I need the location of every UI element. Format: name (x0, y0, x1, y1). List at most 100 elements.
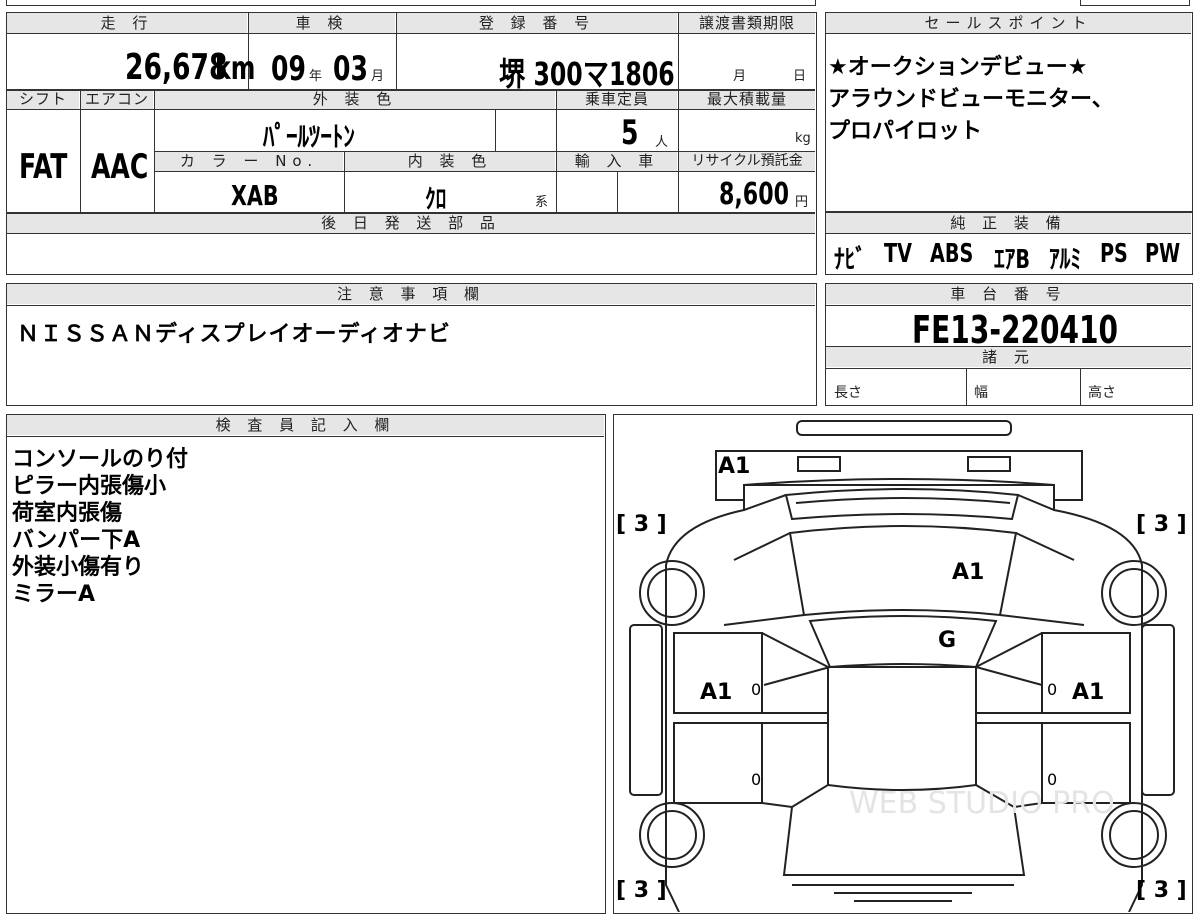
rule (1080, 368, 1081, 405)
equipment-item: PW (1145, 239, 1181, 269)
rule (7, 89, 815, 91)
notes-text: ＮＩＳＳＡＮディスプレイオーディオナビ (17, 322, 451, 347)
header-recycle: リサイクル預託金 (679, 151, 815, 171)
rule (7, 109, 815, 110)
front-bumper-outline (792, 884, 1014, 902)
header-inspector: 検 査 員 記 入 欄 (7, 415, 604, 435)
rule (826, 305, 1191, 306)
color-no-value: XAB (231, 179, 279, 212)
rule (826, 233, 1191, 234)
genuine-equipment-panel: 純 正 装 備 ﾅﾋﾞ TV ABS ｴｱB ｱﾙﾐ PS PW (825, 212, 1193, 275)
deadline-month-unit: 月 (733, 69, 747, 84)
mark-rear-bumper: A1 (718, 454, 750, 479)
mark-tire-front-left: [ 3 ] (616, 878, 667, 903)
header-sales-points: セールスポイント (826, 13, 1191, 33)
mark-door-zero: 0 (751, 770, 761, 789)
shaken-year: 09 (271, 49, 306, 89)
mark-door-zero: 0 (751, 680, 761, 699)
spec-length-label: 長さ (834, 385, 862, 401)
header-shift: シフト (7, 89, 79, 109)
rule (556, 89, 557, 212)
rule (7, 436, 604, 437)
header-max-load: 最大積載量 (679, 89, 815, 109)
rule (826, 368, 1191, 369)
windshield-outline (808, 615, 998, 669)
body-outline (665, 478, 1143, 912)
rule (495, 109, 496, 151)
inspector-line: ミラーA (12, 582, 96, 607)
header-aircon: エアコン (81, 89, 153, 109)
watermark: WEB STUDIO PRO (849, 786, 1115, 821)
rule (678, 13, 679, 212)
sales-point-line: ★オークションデビュー★ (828, 55, 1088, 80)
top-stub-right (1080, 0, 1190, 6)
vehicle-info-table: 走 行 車 検 登 録 番 号 譲渡書類期限 シフト エアコン 外 装 色 乗車… (6, 12, 817, 275)
header-genuine-equipment: 純 正 装 備 (826, 213, 1191, 233)
header-interior-color: 内 装 色 (345, 151, 555, 171)
equipment-list: ﾅﾋﾞ TV ABS ｴｱB ｱﾙﾐ PS PW (834, 239, 1188, 276)
top-stub-row (6, 0, 816, 6)
right-sill (976, 712, 1130, 724)
chassis-panel: 車 台 番 号 FE13-220410 諸 元 長さ 幅 高さ (825, 283, 1193, 406)
mark-windshield: G (938, 628, 956, 653)
rule (154, 89, 155, 212)
recycle-fee-unit: 円 (795, 195, 809, 210)
left-sill (674, 712, 828, 724)
mark-right-door: A1 (1072, 680, 1104, 705)
capacity-unit: 人 (655, 135, 669, 150)
tire-rear-right (1101, 560, 1167, 626)
mark-left-door: A1 (700, 680, 732, 705)
mark-tire-front-right: [ 3 ] (1136, 878, 1187, 903)
header-chassis-no: 車 台 番 号 (826, 284, 1191, 304)
a-pillar-right (975, 494, 1085, 686)
rule (7, 212, 815, 214)
left-door-rear (673, 722, 763, 804)
equipment-item: ｴｱB (994, 245, 1030, 275)
rear-light-left (797, 456, 841, 472)
right-side-strip (1141, 624, 1175, 796)
right-mirror (975, 632, 1043, 808)
header-registration: 登 録 番 号 (397, 13, 677, 33)
rear-window-inner (795, 497, 1011, 504)
equipment-item: TV (884, 239, 913, 269)
rule (155, 151, 815, 152)
rule (344, 151, 345, 212)
header-doc-deadline: 譲渡書類期限 (679, 13, 815, 33)
spec-width-label: 幅 (974, 385, 988, 401)
rear-window-outline (784, 488, 1020, 521)
rule (155, 171, 815, 172)
mileage-unit: km (215, 49, 256, 87)
sales-point-line: アラウンドビューモニター、 (828, 87, 1114, 112)
aircon-value: AAC (91, 147, 149, 187)
max-load-unit: kg (795, 131, 811, 146)
rule (826, 33, 1191, 34)
shaken-month: 03 (333, 49, 368, 89)
header-notes: 注 意 事 項 欄 (7, 284, 815, 304)
header-import: 輸 入 車 (557, 151, 677, 171)
shaken-month-unit: 月 (371, 69, 385, 84)
left-side-strip (629, 624, 663, 796)
equipment-item: PS (1099, 239, 1128, 269)
header-shaken: 車 検 (249, 13, 395, 33)
exterior-color-value: ﾊﾟｰﾙﾂｰﾄﾝ (263, 120, 355, 153)
shift-value: FAT (19, 147, 68, 187)
spec-height-label: 高さ (1088, 385, 1116, 401)
rear-bumper-outline (715, 450, 1083, 501)
header-later-parts: 後 日 発 送 部 品 (7, 213, 815, 233)
tire-rear-left (639, 560, 705, 626)
mark-roof: A1 (952, 560, 984, 585)
header-exterior-color: 外 装 色 (155, 89, 555, 109)
sales-points-panel: セールスポイント ★オークションデビュー★ アラウンドビューモニター、 プロパイ… (825, 12, 1193, 212)
rule (617, 171, 618, 212)
header-specs: 諸 元 (826, 347, 1191, 367)
rule (396, 13, 397, 89)
inspector-panel: 検 査 員 記 入 欄 コンソールのり付 ピラー内張傷小 荷室内張傷 バンパー下… (6, 414, 606, 914)
rule (80, 89, 81, 212)
rule (7, 305, 815, 306)
car-diagram: WEB STUDIO PRO A1 A1 G A1 A1 [ 3 ] [ 3 ]… (616, 420, 1187, 912)
equipment-item: ABS (929, 239, 974, 269)
hood-outline (782, 666, 1026, 876)
a-pillar-left (723, 494, 831, 686)
registration-number: 堺 300マ1806 (499, 55, 675, 93)
rule (7, 233, 815, 234)
